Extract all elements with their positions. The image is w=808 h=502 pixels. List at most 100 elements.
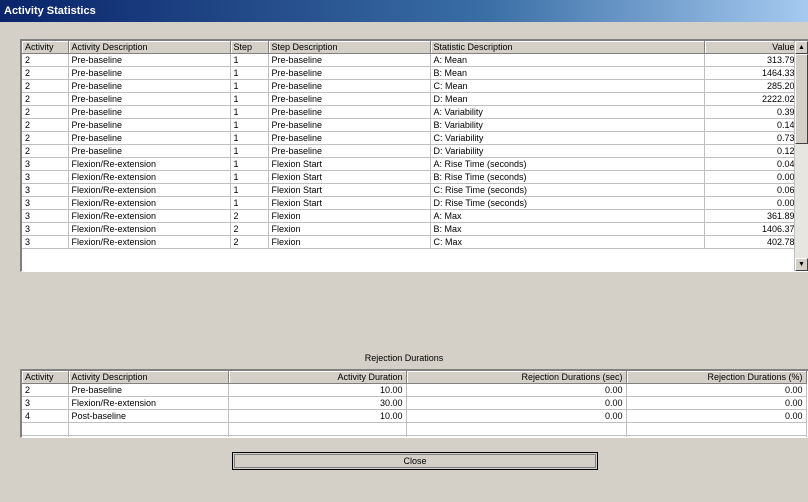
table-row[interactable]: 2 Pre-baseline 10.00 0.00 0.00 [22,383,807,397]
window-title: Activity Statistics [0,0,808,22]
table-cell: Flexion/Re-extension [68,235,231,249]
column-header[interactable]: Statistic Description [430,41,705,54]
table-row[interactable]: 3 Flexion/Re-extension 2 Flexion B: Max 1406.… [22,222,799,236]
table-cell: Pre-baseline [68,53,231,67]
column-header[interactable]: Activity [22,371,69,384]
table-cell: B: Variability [430,118,705,132]
column-header[interactable]: Rejection Durations (sec) [406,371,627,384]
table-row[interactable]: 3 Flexion/Re-extension 2 Flexion A: Max 361.8… [22,209,799,223]
table-row[interactable]: 2 Pre-baseline 1 Pre-baseline A: Variability… [22,105,799,119]
table-cell: 0.00 [406,396,627,410]
statistics-grid[interactable]: Activity Activity Description Step Step Des… [20,39,808,272]
table-row[interactable]: 3 Flexion/Re-extension 30.00 0.00 0.00 [22,396,807,410]
column-header[interactable]: Value [704,41,799,54]
column-header[interactable]: Rejection Durations (%) [626,371,807,384]
table-row[interactable]: 2 Pre-baseline 1 Pre-baseline B: Variability… [22,118,799,132]
table-cell: 3 [22,183,69,197]
table-cell: Pre-baseline [68,66,231,80]
column-header[interactable]: Activity [22,41,69,54]
column-header[interactable]: Step Description [268,41,431,54]
table-cell: Pre-baseline [68,79,231,93]
table-row[interactable]: 2 Pre-baseline 1 Pre-baseline C: Variability… [22,131,799,145]
table-cell: 3 [22,170,69,184]
table-cell: A: Rise Time (seconds) [430,157,705,171]
table-cell: Flexion Start [268,157,431,171]
table-cell: Flexion Start [268,170,431,184]
table-cell: 2 [22,105,69,119]
table-cell: 1 [230,170,269,184]
scroll-down-icon[interactable]: ▼ [795,258,808,271]
column-header[interactable]: Activity Description [68,371,229,384]
table-cell: Pre-baseline [68,383,229,397]
table-cell [406,422,627,436]
table-cell: C: Mean [430,79,705,93]
table-cell: 0.06 [704,183,799,197]
table-row[interactable]: 4 Post-baseline 10.00 0.00 0.00 [22,409,807,423]
table-cell: Flexion/Re-extension [68,183,231,197]
table-cell: 0.00 [626,396,807,410]
table-cell: C: Rise Time (seconds) [430,183,705,197]
table-cell: 1 [230,157,269,171]
table-cell: Pre-baseline [68,105,231,119]
column-header[interactable]: Activity Description [68,41,231,54]
table-cell: Pre-baseline [268,92,431,106]
table-cell [626,422,807,436]
table-row[interactable]: 2 Pre-baseline 1 Pre-baseline A: Mean 313.79 [22,53,799,67]
table-row[interactable]: 3 Flexion/Re-extension 1 Flexion Start B: Ri… [22,170,799,184]
table-cell: D: Mean [430,92,705,106]
table-cell: Pre-baseline [68,118,231,132]
table-row[interactable]: 3 Flexion/Re-extension 1 Flexion Start D: Ri… [22,196,799,210]
table-row[interactable]: 3 Flexion/Re-extension 1 Flexion Start C: Ri… [22,183,799,197]
table-cell: 0.00 [704,196,799,210]
table-cell: 3 [22,196,69,210]
table-cell: 2 [22,79,69,93]
table-row[interactable]: 2 Pre-baseline 1 Pre-baseline B: Mean 1464.33 [22,66,799,80]
table-cell: Pre-baseline [268,66,431,80]
table-cell: Pre-baseline [268,144,431,158]
table-cell: Pre-baseline [268,105,431,119]
table-row[interactable]: 3 Flexion/Re-extension 2 Flexion C: Max 402.7… [22,235,799,249]
table-cell: Pre-baseline [268,118,431,132]
table-cell: D: Variability [430,144,705,158]
table-cell: Flexion/Re-extension [68,170,231,184]
table-cell: 1 [230,131,269,145]
table-cell: Flexion [268,235,431,249]
table-cell: Pre-baseline [268,131,431,145]
table-cell: 2 [22,53,69,67]
table-row[interactable]: 2 Pre-baseline 1 Pre-baseline D: Mean 2222.02 [22,92,799,106]
table-cell: 0.14 [704,118,799,132]
table-cell: 0.00 [626,383,807,397]
table-cell: 313.79 [704,53,799,67]
table-cell: Flexion/Re-extension [68,157,231,171]
table-cell: 3 [22,235,69,249]
table-row[interactable]: 2 Pre-baseline 1 Pre-baseline D: Variability… [22,144,799,158]
table-cell: 0.39 [704,105,799,119]
table-cell: 0.00 [626,409,807,423]
table-cell: Pre-baseline [268,53,431,67]
table-row[interactable]: 3 Flexion/Re-extension 1 Flexion Start A: Ri… [22,157,799,171]
empty-row [22,435,807,437]
table-cell: 0.00 [406,409,627,423]
statistics-scrollbar[interactable]: ▲ ▼ [794,41,808,271]
table-cell: 0.12 [704,144,799,158]
column-header[interactable]: Activity Duration [228,371,407,384]
table-cell: 1 [230,53,269,67]
scroll-thumb[interactable] [795,54,808,144]
table-cell: 2 [230,235,269,249]
table-cell: A: Mean [430,53,705,67]
table-cell: Pre-baseline [268,79,431,93]
close-button[interactable]: Close [232,452,598,470]
scroll-up-icon[interactable]: ▲ [795,41,808,54]
table-row[interactable]: 2 Pre-baseline 1 Pre-baseline C: Mean 285.20 [22,79,799,93]
table-cell: 2 [22,144,69,158]
table-cell: 3 [22,396,69,410]
column-header[interactable]: Step [230,41,269,54]
table-cell: Flexion [268,222,431,236]
rejection-durations-grid[interactable]: Activity Activity Description Activity Dur… [20,369,808,438]
table-cell: 2 [22,118,69,132]
table-cell: Flexion/Re-extension [68,222,231,236]
table-cell [68,435,229,437]
table-cell: Flexion/Re-extension [68,396,229,410]
table-cell: 2 [230,222,269,236]
table-cell: 0.73 [704,131,799,145]
